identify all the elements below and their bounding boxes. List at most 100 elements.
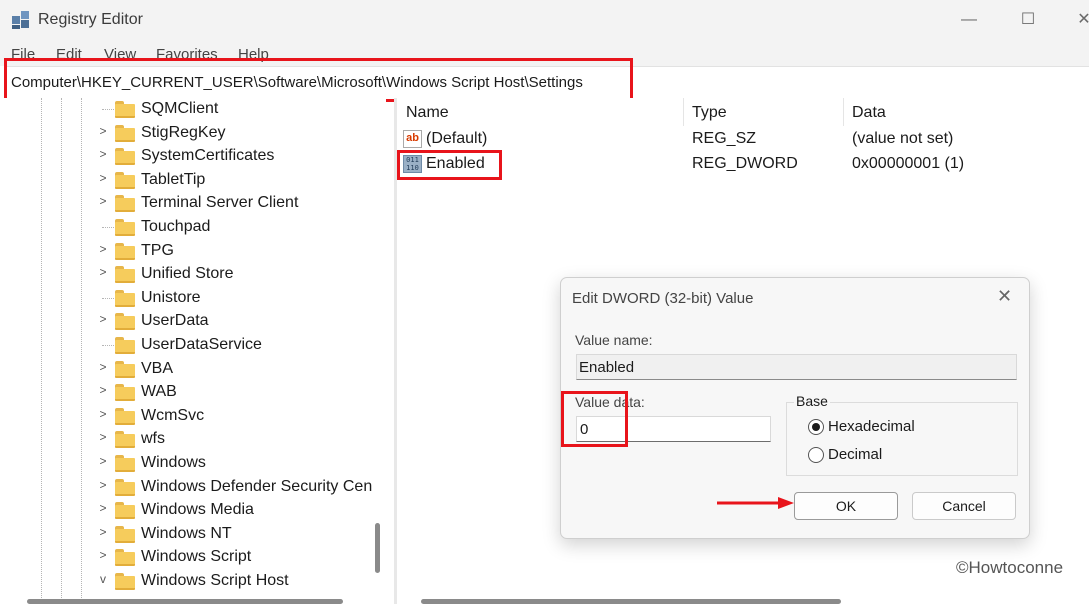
- ok-button[interactable]: OK: [794, 492, 898, 520]
- tree-item[interactable]: > UserData: [96, 310, 386, 333]
- tree-item-label: Windows Media: [141, 501, 254, 519]
- chevron-right-icon[interactable]: >: [96, 242, 110, 256]
- tree-scrollbar-thumb[interactable]: [375, 523, 380, 573]
- folder-body: [115, 151, 135, 166]
- folder-body: [115, 505, 135, 520]
- tree-item[interactable]: > wfs: [96, 428, 386, 451]
- value-data: 0x00000001 (1): [852, 155, 965, 172]
- maximize-button[interactable]: ☐: [1016, 8, 1040, 32]
- chevron-right-icon[interactable]: >: [96, 383, 110, 397]
- chevron-right-icon[interactable]: >: [96, 265, 110, 279]
- tree-item[interactable]: > StigRegKey: [96, 122, 386, 145]
- tree-item-label: WcmSvc: [141, 406, 205, 424]
- column-header-name[interactable]: Name: [406, 104, 449, 122]
- list-horizontal-scrollbar[interactable]: [421, 599, 841, 604]
- chevron-right-icon[interactable]: >: [96, 171, 110, 185]
- tree-item[interactable]: v Windows Script Host: [96, 570, 386, 593]
- tree-item[interactable]: Unistore: [96, 287, 386, 310]
- chevron-right-icon[interactable]: >: [96, 407, 110, 421]
- column-header-data[interactable]: Data: [852, 104, 886, 122]
- folder-body: [115, 434, 135, 449]
- chevron-right-icon[interactable]: >: [96, 360, 110, 374]
- tree-item-label: StigRegKey: [141, 123, 226, 141]
- tree-item-label: Unistore: [141, 288, 201, 306]
- tree-item-label: TabletTip: [141, 170, 206, 188]
- tree-item[interactable]: UserDataService: [96, 334, 386, 357]
- tree-item[interactable]: > Windows Script: [96, 546, 386, 569]
- minimize-button[interactable]: —: [957, 8, 981, 32]
- folder-icon: [115, 455, 135, 472]
- folder-body: [115, 481, 135, 496]
- folder-body: [115, 104, 135, 118]
- dialog-title: Edit DWORD (32-bit) Value: [572, 290, 754, 307]
- base-group-title: Base: [794, 393, 830, 409]
- folder-body: [115, 340, 135, 354]
- tree-item[interactable]: > Windows NT: [96, 523, 386, 546]
- folder-icon: [115, 337, 135, 354]
- chevron-right-icon[interactable]: >: [96, 312, 110, 326]
- folder-body: [115, 552, 135, 567]
- tree-item[interactable]: > TPG: [96, 240, 386, 263]
- value-data-highlight-box: [561, 391, 628, 447]
- dialog-close-icon[interactable]: ✕: [997, 286, 1012, 307]
- folder-body: [115, 198, 135, 213]
- chevron-right-icon[interactable]: >: [96, 525, 110, 539]
- tree-item[interactable]: > WAB: [96, 381, 386, 404]
- tree-item[interactable]: > TabletTip: [96, 169, 386, 192]
- tree-horizontal-scrollbar[interactable]: [27, 599, 343, 604]
- chevron-right-icon[interactable]: >: [96, 430, 110, 444]
- tree-item[interactable]: > SystemCertificates: [96, 145, 386, 168]
- tree-item[interactable]: > Windows Defender Security Cen: [96, 476, 386, 499]
- cancel-button[interactable]: Cancel: [912, 492, 1016, 520]
- tree-item[interactable]: > WcmSvc: [96, 405, 386, 428]
- chevron-right-icon[interactable]: >: [96, 454, 110, 468]
- folder-icon: [115, 431, 135, 449]
- tree-item[interactable]: SQMClient: [96, 98, 386, 121]
- folder-icon: [115, 407, 135, 425]
- folder-body: [115, 127, 135, 142]
- tree-connector: [102, 227, 114, 228]
- watermark: ©Howtoconne: [956, 558, 1064, 577]
- folder-icon: [115, 171, 135, 189]
- chevron-right-icon[interactable]: >: [96, 194, 110, 208]
- folder-body: [115, 528, 135, 543]
- chevron-right-icon[interactable]: >: [96, 548, 110, 562]
- value-data: (value not set): [852, 130, 954, 147]
- tree-item-label: VBA: [141, 359, 174, 377]
- tree-connector: [102, 109, 114, 110]
- column-header-type[interactable]: Type: [692, 104, 727, 122]
- tree-item[interactable]: > Terminal Server Client: [96, 192, 386, 215]
- tree-item[interactable]: Touchpad: [96, 216, 386, 239]
- close-button[interactable]: ✕: [1072, 8, 1089, 32]
- folder-body: [115, 174, 135, 189]
- value-type: REG_SZ: [692, 130, 757, 147]
- chevron-right-icon[interactable]: >: [96, 478, 110, 492]
- tree-item[interactable]: > VBA: [96, 358, 386, 381]
- chevron-down-icon[interactable]: v: [96, 572, 110, 586]
- value-name: (Default): [426, 130, 488, 147]
- key-tree: SQMClient > StigRegKey > SystemCertificates >…: [0, 98, 386, 604]
- tree-item[interactable]: > Unified Store: [96, 263, 386, 286]
- radio-decimal[interactable]: Decimal: [808, 445, 998, 465]
- column-divider[interactable]: [843, 98, 844, 126]
- chevron-right-icon[interactable]: >: [96, 147, 110, 161]
- tree-item-label: Windows Script: [141, 548, 252, 566]
- chevron-right-icon[interactable]: >: [96, 124, 110, 138]
- tree-item[interactable]: > Windows Media: [96, 499, 386, 522]
- tree-item-label: Terminal Server Client: [141, 194, 299, 212]
- tree-connector: [102, 297, 114, 299]
- tree-connector: [102, 345, 114, 346]
- tree-item-label: UserDataService: [141, 336, 262, 353]
- folder-icon: [115, 124, 135, 142]
- folder-icon: [115, 525, 135, 543]
- folder-icon: [115, 573, 135, 590]
- chevron-right-icon[interactable]: >: [96, 501, 110, 515]
- value-row-default[interactable]: ab (Default) REG_SZ (value not set): [397, 127, 1089, 151]
- radio-label: Decimal: [828, 446, 883, 463]
- window-title: Registry Editor: [38, 11, 143, 28]
- column-divider[interactable]: [683, 98, 684, 126]
- radio-hexadecimal[interactable]: Hexadecimal: [808, 417, 998, 437]
- tree-item-label: WAB: [141, 383, 177, 401]
- tree-item[interactable]: > Windows: [96, 452, 386, 475]
- folder-icon: [115, 219, 135, 236]
